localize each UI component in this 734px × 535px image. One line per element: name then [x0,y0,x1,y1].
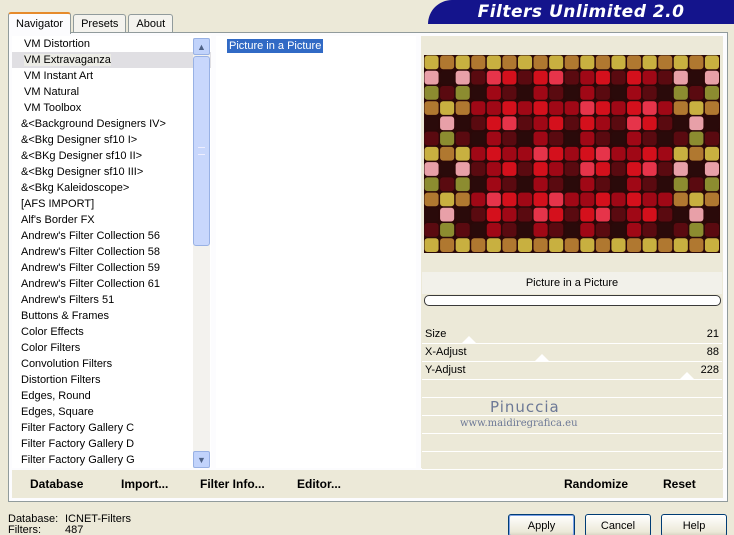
param-row-empty [422,452,722,470]
filter-info-button[interactable]: Filter Info... [200,477,265,491]
filters-value: 487 [65,524,84,535]
cancel-button[interactable]: Cancel [585,514,651,535]
param-label: X-Adjust [425,346,467,358]
tab-strip: Navigator Presets About [8,11,175,34]
filter-list-item[interactable]: &<Background Designers IV> [12,116,211,132]
effect-title: Picture in a Picture [422,272,722,294]
filter-category-list[interactable]: VM Distortion VM Extravaganza VM Instant A… [12,36,211,468]
tab-presets[interactable]: Presets [73,14,127,33]
slider-thumb[interactable] [534,354,549,361]
filter-list-item[interactable]: Andrew's Filters 51 [12,292,211,308]
param-value: 228 [700,364,719,376]
filter-list-item[interactable]: &<Bkg Kaleidoscope> [12,180,211,196]
status-footer: Database: ICNET-Filters Filters: 487 [8,514,131,535]
chevron-down-icon: ▼ [197,454,206,465]
param-row-empty [422,380,722,398]
watermark-name: Pinuccia [490,398,560,416]
filter-list-item[interactable]: Convolution Filters [12,356,211,372]
app-banner: Filters Unlimited 2.0 [428,0,734,24]
param-value: 88 [706,346,719,358]
filter-list-item[interactable]: [AFS IMPORT] [12,196,211,212]
editor-button[interactable]: Editor... [297,477,341,491]
filter-list-item[interactable]: Distortion Filters [12,372,211,388]
filter-list-item[interactable]: Andrew's Filter Collection 56 [12,228,211,244]
preview-image [424,55,720,253]
filter-list-item[interactable]: Buttons & Frames [12,308,211,324]
filter-list-item[interactable]: Color Effects [12,324,211,340]
banner-title: Filters Unlimited 2.0 [477,2,685,22]
watermark-url: www.maidiregrafica.eu [460,418,578,429]
filter-list-item[interactable]: &<Bkg Designer sf10 III> [12,164,211,180]
filter-list-item[interactable]: Color Filters [12,340,211,356]
param-row-empty [422,434,722,452]
param-label: Y-Adjust [425,364,466,376]
filter-list-item[interactable]: Filter Factory Gallery G [12,452,211,468]
filter-list-item[interactable]: Andrew's Filter Collection 58 [12,244,211,260]
help-button[interactable]: Help [661,514,727,535]
scroll-up-button[interactable]: ▲ [193,38,210,55]
param-row-x-adjust[interactable]: X-Adjust 88 [422,344,722,362]
tab-navigator[interactable]: Navigator [8,12,72,34]
action-bar: Database Import... Filter Info... Editor… [12,470,723,498]
filter-list-item[interactable]: VM Toolbox [12,100,211,116]
filter-list-item[interactable]: Edges, Round [12,388,211,404]
effect-list[interactable]: Picture in a Picture [216,36,416,468]
import-button[interactable]: Import... [121,477,168,491]
filter-list-item[interactable]: &<BKg Designer sf10 II> [12,148,211,164]
chevron-up-icon: ▲ [197,41,206,52]
reset-button[interactable]: Reset [663,477,696,491]
filter-list-item[interactable]: VM Extravaganza [12,52,211,68]
slider-thumb[interactable] [680,372,695,379]
filter-list-item[interactable]: &<Bkg Designer sf10 I> [12,132,211,148]
filter-list-scrollbar[interactable]: ▲ ▼ [193,38,210,468]
param-row-size[interactable]: Size 21 [422,326,722,344]
param-row-y-adjust[interactable]: Y-Adjust 228 [422,362,722,380]
param-row-empty [422,398,722,416]
tab-about[interactable]: About [128,14,174,33]
filter-list-item[interactable]: Filter Factory Gallery D [12,436,211,452]
filter-list-item[interactable]: Andrew's Filter Collection 61 [12,276,211,292]
filter-list-item[interactable]: VM Natural [12,84,211,100]
filter-list-item[interactable]: VM Distortion [12,36,211,52]
apply-button[interactable]: Apply [508,514,575,535]
progress-bar [424,295,721,306]
database-button[interactable]: Database [30,477,83,491]
filter-list-item[interactable]: Filter Factory Gallery C [12,420,211,436]
scroll-down-button[interactable]: ▼ [193,451,210,468]
filter-list-item[interactable]: Andrew's Filter Collection 59 [12,260,211,276]
param-value: 21 [706,328,719,340]
randomize-button[interactable]: Randomize [564,477,628,491]
parameter-sliders: Size 21 X-Adjust 88 Y-Adjust 228 [422,326,722,470]
filter-list-item[interactable]: Edges, Square [12,404,211,420]
preview-tiles [424,55,719,252]
filter-list-item[interactable]: Alf's Border FX [12,212,211,228]
filters-label: Filters: [8,524,41,535]
slider-thumb[interactable] [461,336,476,343]
filter-list-item[interactable]: VM Instant Art [12,68,211,84]
effect-item-picture-in-a-picture[interactable]: Picture in a Picture [227,39,324,53]
param-label: Size [425,328,447,340]
scroll-thumb[interactable] [193,56,210,246]
